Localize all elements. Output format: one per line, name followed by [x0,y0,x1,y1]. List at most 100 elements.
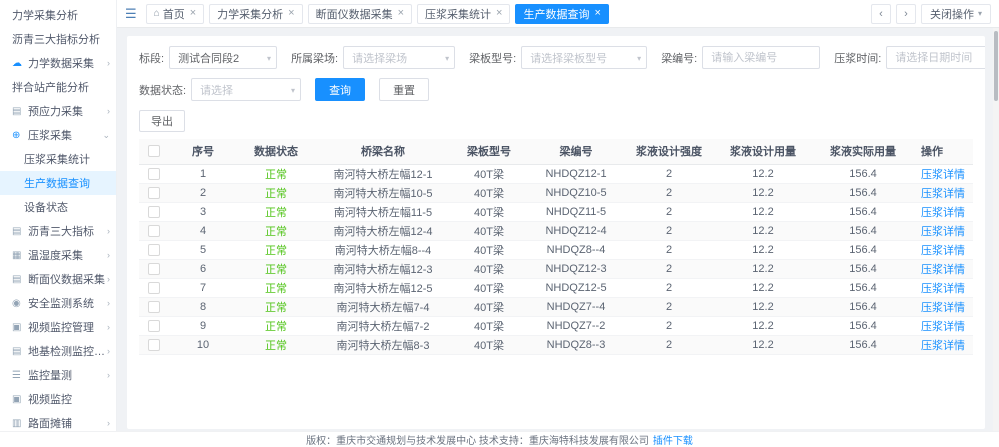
sidebar-item[interactable]: ▤断面仪数据采集› [0,267,116,291]
sidebar-item[interactable]: 压浆采集统计 [0,147,116,171]
sidebar-item[interactable]: 拌合站产能分析 [0,75,116,99]
table-row[interactable]: 2正常南河特大桥左幅10-540T梁NHDQZ10-5212.2156.4压浆详… [139,183,973,202]
tab-label: 断面仪数据采集 [316,6,393,22]
table-body: 1正常南河特大桥左幅12-140T梁NHDQZ12-1212.2156.4压浆详… [139,164,973,354]
table-cell: 正常 [237,164,315,183]
sidebar-item-label: 预应力采集 [28,103,83,119]
grouting-detail-link[interactable]: 压浆详情 [921,169,965,181]
data-status-select-placeholder: 请选择 [200,82,233,98]
table-cell: 2 [169,183,237,202]
grouting-detail-link[interactable]: 压浆详情 [921,188,965,200]
grouting-time-input[interactable] [886,46,985,69]
sidebar-item[interactable]: ☰监控量测› [0,363,116,387]
tab[interactable]: 力学采集分析× [209,4,302,24]
table-row[interactable]: 3正常南河特大桥左幅11-540T梁NHDQZ11-5212.2156.4压浆详… [139,202,973,221]
sidebar-item[interactable]: ▦温湿度采集› [0,243,116,267]
tab[interactable]: 压浆采集统计 × [417,4,510,24]
table-cell: 12.2 [713,259,813,278]
yard-select[interactable]: 请选择梁场 ▾ [343,46,455,69]
sidebar-item[interactable]: 设备状态 [0,195,116,219]
yard-select-placeholder: 请选择梁场 [352,50,407,66]
sidebar-item-label: 安全监测系统 [28,295,94,311]
close-operations-button[interactable]: 关闭操作 ▾ [921,4,991,24]
query-button[interactable]: 查询 [315,78,365,101]
sidebar-item-label: 生产数据查询 [24,175,90,191]
data-status-select[interactable]: 请选择 ▾ [191,78,301,101]
table-cell: 40T梁 [451,240,527,259]
section-select[interactable]: 测试合同段2 ▾ [169,46,277,69]
table-row[interactable]: 9正常南河特大桥左幅7-240T梁NHDQZ7--2212.2156.4压浆详情… [139,316,973,335]
row-checkbox[interactable] [148,244,160,256]
table-cell: 10 [169,335,237,354]
sidebar-item[interactable]: ▤预应力采集› [0,99,116,123]
beam-no-input[interactable] [702,46,820,69]
sidebar-item[interactable]: ☁力学数据采集› [0,51,116,75]
model-select[interactable]: 请选择梁板型号 ▾ [521,46,647,69]
sidebar-item[interactable]: 力学采集分析 [0,3,116,27]
tab-label: 压浆采集统计 [425,6,491,22]
sidebar-item[interactable]: ▤沥青三大指标› [0,219,116,243]
chevron-down-icon: ▾ [267,54,271,63]
table-cell: 2 [625,164,713,183]
tabs-scroll-left-button[interactable]: ‹ [871,4,891,24]
select-all-checkbox[interactable] [148,145,160,157]
table-row[interactable]: 7正常南河特大桥左幅12-540T梁NHDQZ12-5212.2156.4压浆详… [139,278,973,297]
table-cell: 1 [169,164,237,183]
tab-label: 首页 [163,6,185,22]
tab[interactable]: ⌂首页× [146,4,204,24]
close-icon[interactable]: × [594,8,600,19]
row-checkbox[interactable] [148,187,160,199]
grouting-detail-link[interactable]: 压浆详情 [921,245,965,257]
table-row[interactable]: 6正常南河特大桥左幅12-340T梁NHDQZ12-3212.2156.4压浆详… [139,259,973,278]
sidebar-item-label: 沥青三大指标 [28,223,94,239]
close-icon[interactable]: × [288,8,294,19]
vertical-scrollbar[interactable] [993,28,999,431]
filter-row-1: 标段: 测试合同段2 ▾ 所属梁场: 请选择梁场 ▾ [139,46,973,69]
grouting-detail-link[interactable]: 压浆详情 [921,264,965,276]
table-cell: 12.2 [713,335,813,354]
table-row[interactable]: 10正常南河特大桥左幅8-340T梁NHDQZ8--3212.2156.4压浆详… [139,335,973,354]
row-checkbox[interactable] [148,225,160,237]
row-checkbox[interactable] [148,168,160,180]
sidebar-item[interactable]: ▣视频监控管理› [0,315,116,339]
close-icon[interactable]: × [496,8,502,19]
grouting-detail-link[interactable]: 压浆详情 [921,226,965,238]
sidebar-item[interactable]: ▣视频监控 [0,387,116,411]
grouting-detail-link[interactable]: 压浆详情 [921,321,965,333]
close-icon[interactable]: × [398,8,404,19]
table-cell: 12.2 [713,202,813,221]
row-checkbox[interactable] [148,206,160,218]
sidebar-item[interactable]: 生产数据查询 [0,171,116,195]
vertical-scrollbar-thumb[interactable] [994,31,998,101]
row-checkbox[interactable] [148,282,160,294]
sidebar-item[interactable]: ▤地基检测监控平台› [0,339,116,363]
close-icon[interactable]: × [190,8,196,19]
table-cell: 40T梁 [451,202,527,221]
grouting-detail-link[interactable]: 压浆详情 [921,340,965,352]
row-checkbox[interactable] [148,263,160,275]
sidebar-item[interactable]: ⊕压浆采集⌄ [0,123,116,147]
table-row[interactable]: 8正常南河特大桥左幅7-440T梁NHDQZ7--4212.2156.4压浆详情… [139,297,973,316]
monitor-icon: ◉ [12,298,25,309]
grouting-detail-link[interactable]: 压浆详情 [921,207,965,219]
table-row[interactable]: 5正常南河特大桥左幅8--440T梁NHDQZ8--4212.2156.4压浆详… [139,240,973,259]
tabs-scroll-right-button[interactable]: › [896,4,916,24]
tab[interactable]: 断面仪数据采集 × [308,4,412,24]
table-cell: 156.4 [813,164,913,183]
row-checkbox[interactable] [148,301,160,313]
row-checkbox[interactable] [148,320,160,332]
table-cell: 正常 [237,221,315,240]
row-checkbox[interactable] [148,339,160,351]
collapse-sidebar-icon[interactable]: ☰ [121,6,141,22]
tab[interactable]: 生产数据查询× [515,4,608,24]
sidebar-item[interactable]: 沥青三大指标分析 [0,27,116,51]
sidebar-item-label: 压浆采集 [28,127,72,143]
grouting-detail-link[interactable]: 压浆详情 [921,283,965,295]
reset-button[interactable]: 重置 [379,78,429,101]
table-row[interactable]: 1正常南河特大桥左幅12-140T梁NHDQZ12-1212.2156.4压浆详… [139,164,973,183]
grouting-detail-link[interactable]: 压浆详情 [921,302,965,314]
plugin-download-link[interactable]: 插件下载 [653,432,693,447]
sidebar-item[interactable]: ◉安全监测系统› [0,291,116,315]
table-row[interactable]: 4正常南河特大桥左幅12-440T梁NHDQZ12-4212.2156.4压浆详… [139,221,973,240]
export-button[interactable]: 导出 [139,110,185,132]
